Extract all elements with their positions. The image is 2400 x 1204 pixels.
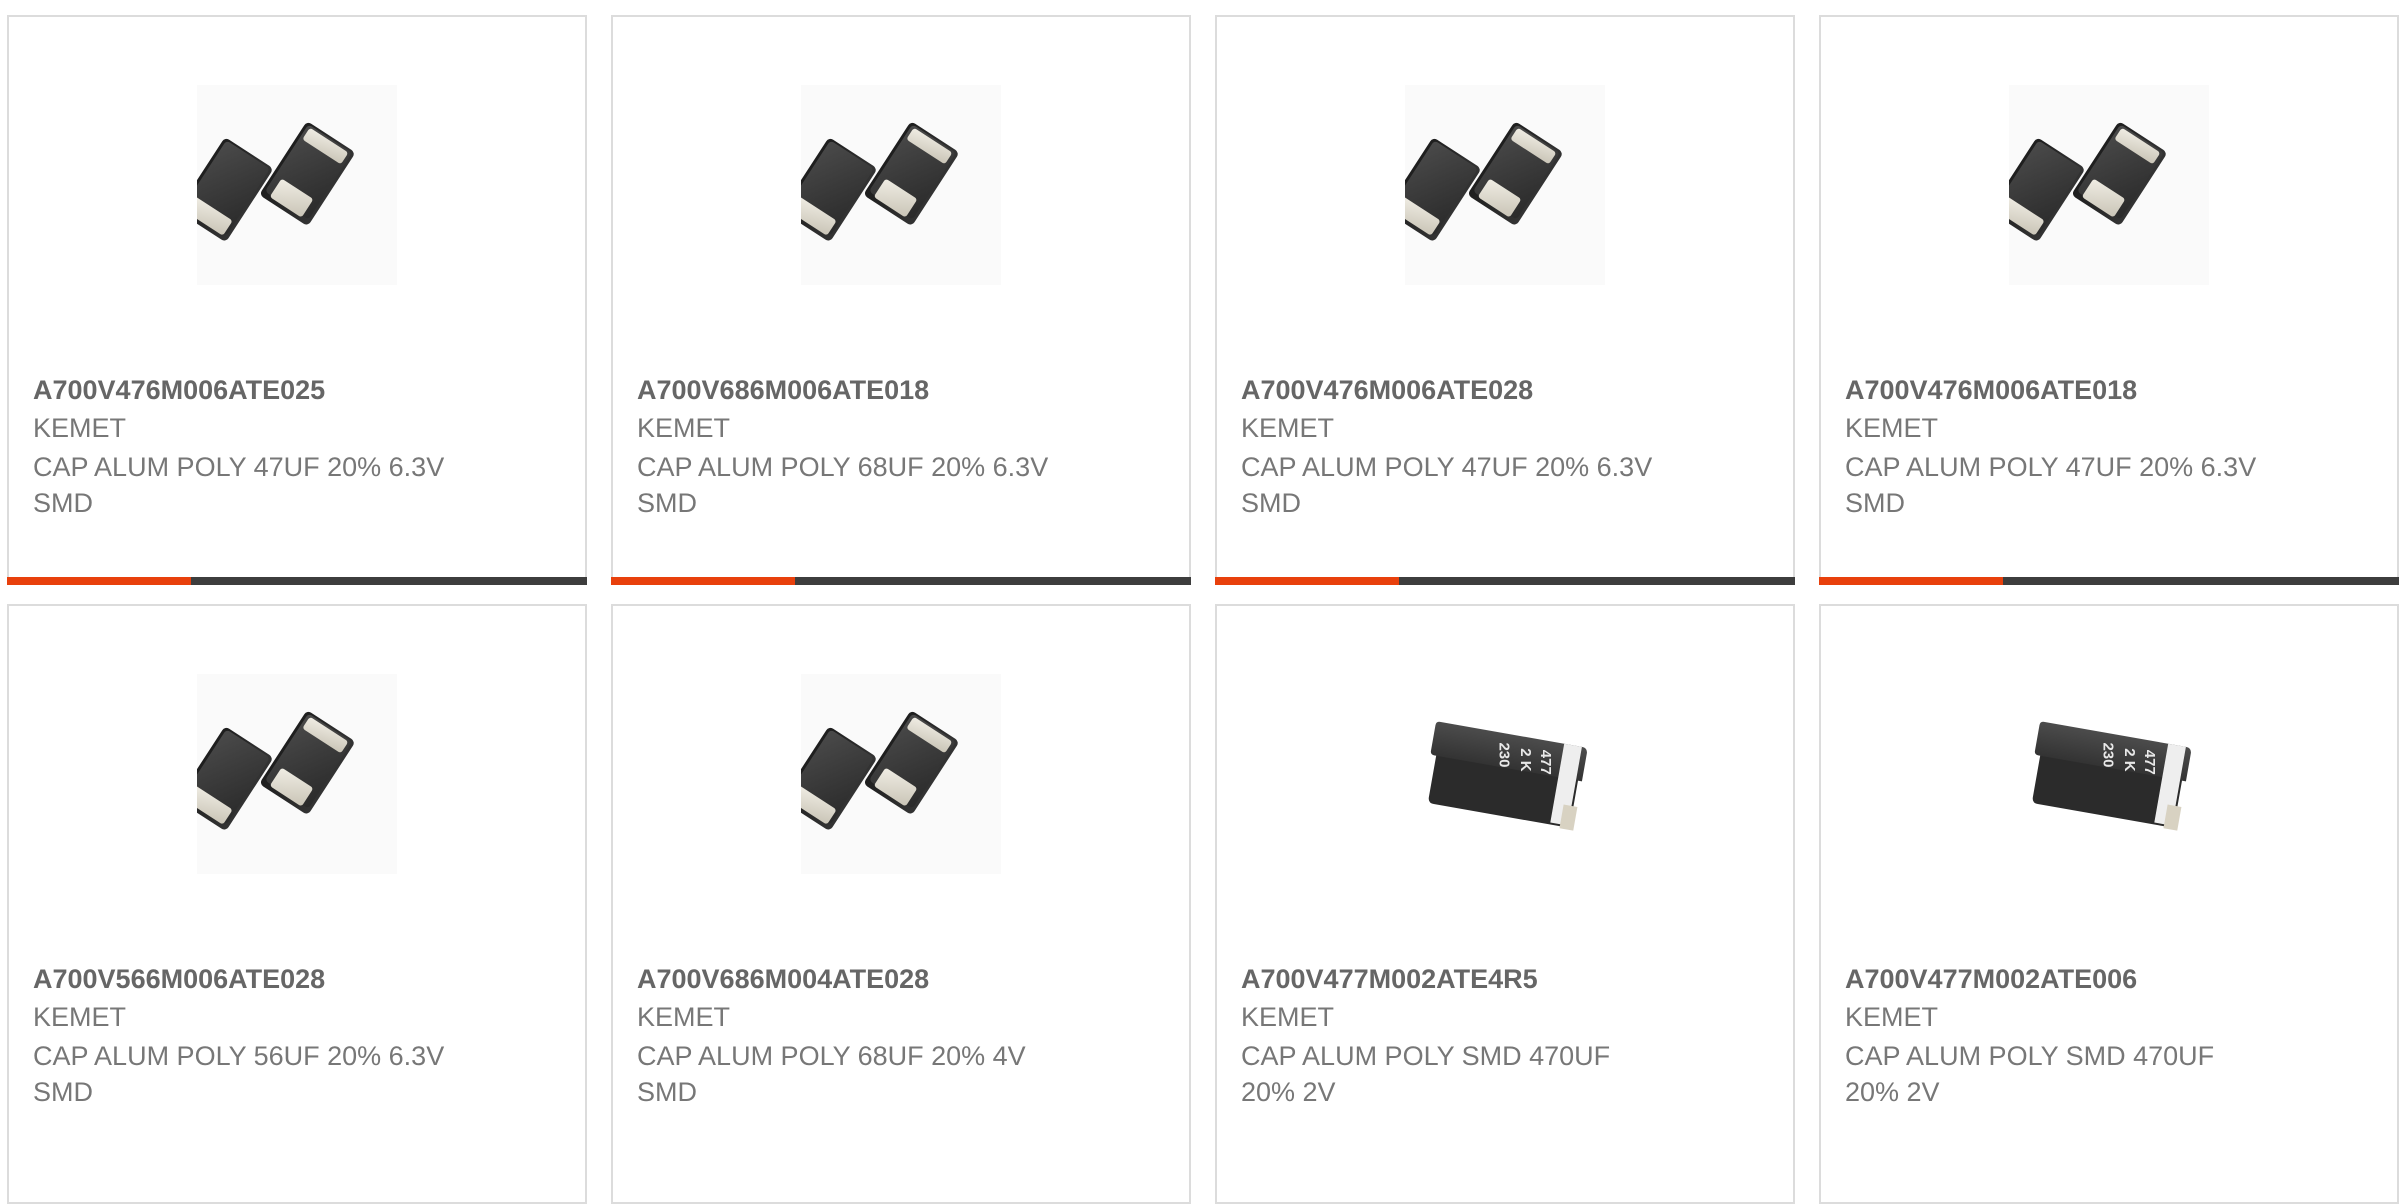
part-number[interactable]: A700V566M006ATE028 <box>33 964 325 995</box>
product-card[interactable]: 477 2 K 230 A700V477M002ATE006 KEMET CAP… <box>1819 604 2399 1204</box>
part-number[interactable]: A700V686M006ATE018 <box>637 375 929 406</box>
smd-capacitor-single-icon: 477 2 K 230 <box>1405 674 1605 874</box>
manufacturer: KEMET <box>33 413 127 443</box>
product-card[interactable]: A700V476M006ATE025 KEMET CAP ALUM POLY 4… <box>7 15 587 585</box>
product-card[interactable]: A700V566M006ATE028 KEMET CAP ALUM POLY 5… <box>7 604 587 1204</box>
product-card[interactable]: A700V686M006ATE018 KEMET CAP ALUM POLY 6… <box>611 15 1191 585</box>
description: CAP ALUM POLY 47UF 20% 6.3V SMD <box>1845 452 2257 518</box>
manufacturer: KEMET <box>637 1002 731 1032</box>
smd-capacitor-pair-icon <box>197 85 397 285</box>
description: CAP ALUM POLY 47UF 20% 6.3V SMD <box>33 452 445 518</box>
description: CAP ALUM POLY 47UF 20% 6.3V SMD <box>1241 452 1653 518</box>
product-card[interactable]: 477 2 K 230 A700V477M002ATE4R5 KEMET CAP… <box>1215 604 1795 1204</box>
manufacturer: KEMET <box>637 413 731 443</box>
card-footer-accent <box>7 577 191 585</box>
component-marking-line-1: 477 <box>2141 750 2158 775</box>
part-number[interactable]: A700V476M006ATE018 <box>1845 375 2137 406</box>
part-number[interactable]: A700V476M006ATE025 <box>33 375 325 406</box>
card-footer-accent <box>1819 577 2003 585</box>
product-card[interactable]: A700V476M006ATE028 KEMET CAP ALUM POLY 4… <box>1215 15 1795 585</box>
description: CAP ALUM POLY 56UF 20% 6.3V SMD <box>33 1041 445 1107</box>
description: CAP ALUM POLY 68UF 20% 6.3V SMD <box>637 452 1049 518</box>
smd-capacitor-pair-icon <box>801 674 1001 874</box>
component-marking-line-1: 477 <box>1537 750 1554 775</box>
component-marking-line-2: 2 K <box>2121 748 2138 772</box>
smd-capacitor-pair-icon <box>801 85 1001 285</box>
part-number[interactable]: A700V686M004ATE028 <box>637 964 929 995</box>
component-marking-line-3: 230 <box>1495 742 1512 767</box>
description: CAP ALUM POLY SMD 470UF 20% 2V <box>1845 1041 2215 1107</box>
manufacturer: KEMET <box>33 1002 127 1032</box>
card-footer-bar <box>1819 577 2399 585</box>
card-footer-bar <box>1215 577 1795 585</box>
product-card[interactable]: A700V686M004ATE028 KEMET CAP ALUM POLY 6… <box>611 604 1191 1204</box>
description: CAP ALUM POLY SMD 470UF 20% 2V <box>1241 1041 1611 1107</box>
smd-capacitor-single-icon: 477 2 K 230 <box>2009 674 2209 874</box>
description: CAP ALUM POLY 68UF 20% 4V SMD <box>637 1041 1026 1107</box>
card-footer-bar <box>611 577 1191 585</box>
part-number[interactable]: A700V477M002ATE4R5 <box>1241 964 1538 995</box>
manufacturer: KEMET <box>1845 1002 1939 1032</box>
card-footer-accent <box>611 577 795 585</box>
part-number[interactable]: A700V477M002ATE006 <box>1845 964 2137 995</box>
smd-capacitor-pair-icon <box>2009 85 2209 285</box>
manufacturer: KEMET <box>1241 413 1335 443</box>
card-footer-accent <box>1215 577 1399 585</box>
manufacturer: KEMET <box>1241 1002 1335 1032</box>
smd-capacitor-pair-icon <box>1405 85 1605 285</box>
smd-capacitor-pair-icon <box>197 674 397 874</box>
manufacturer: KEMET <box>1845 413 1939 443</box>
part-number[interactable]: A700V476M006ATE028 <box>1241 375 1533 406</box>
component-marking-line-3: 230 <box>2099 742 2116 767</box>
product-card[interactable]: A700V476M006ATE018 KEMET CAP ALUM POLY 4… <box>1819 15 2399 585</box>
card-footer-bar <box>7 577 587 585</box>
product-grid: A700V476M006ATE025 KEMET CAP ALUM POLY 4… <box>0 0 2400 1204</box>
component-marking-line-2: 2 K <box>1517 748 1534 772</box>
